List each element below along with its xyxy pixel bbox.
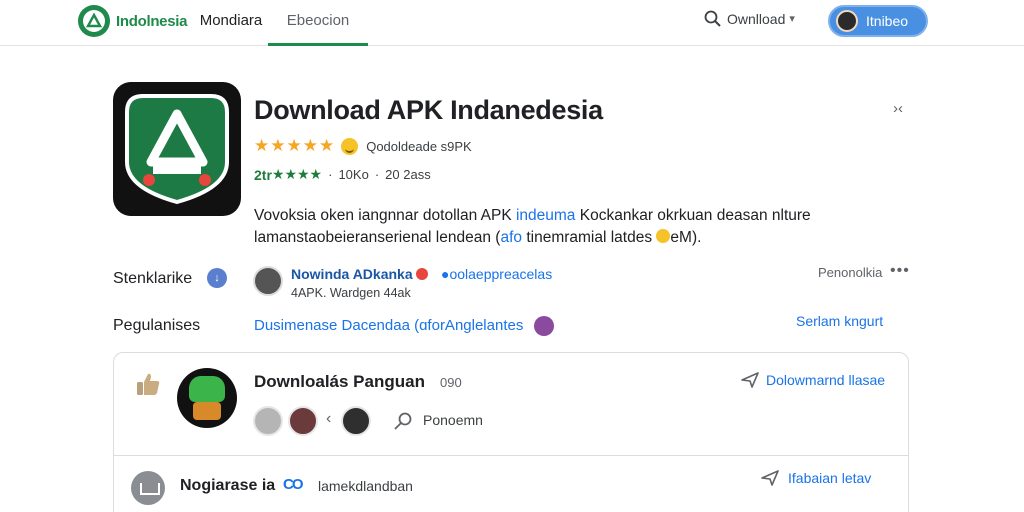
developer-name[interactable]: Nowinda ADkanka: [291, 266, 428, 282]
account-label: Itnibeo: [866, 13, 909, 29]
smiley-icon: [341, 137, 359, 155]
info-icon[interactable]: ↓: [207, 268, 227, 288]
developer-extra-link[interactable]: ●oolaeppreacelas: [441, 266, 552, 282]
description-text: Vovoksia oken iangnnar dotollan APK: [254, 207, 516, 224]
chevron-left-icon[interactable]: ‹: [326, 410, 331, 428]
description-link[interactable]: afo: [500, 229, 522, 246]
app-icon: [113, 82, 241, 216]
avatar: [836, 10, 858, 32]
description-text: lamanstaobeieranserienal lendean (: [254, 229, 501, 246]
review-title: Nogiarase ia: [180, 477, 276, 494]
review-action-link[interactable]: Dolowmarnd llasae: [740, 371, 885, 389]
thumbs-up-icon[interactable]: [134, 370, 162, 398]
close-icon[interactable]: ›‹: [893, 100, 903, 117]
avatar[interactable]: [253, 406, 283, 436]
rating-row: ★★★★★ Qodoldeade s9PK: [254, 136, 472, 156]
top-navigation: Indolnesia Mondiara Ebeocion Ownlload ▾ …: [0, 0, 1024, 46]
stats-row: 2tr ★★★★ · 10Ko · 20 2ass: [254, 166, 431, 183]
separator: ·: [374, 167, 380, 182]
stats-reviews: 20 2ass: [385, 167, 431, 182]
avatar[interactable]: [288, 406, 318, 436]
card-divider: [113, 455, 909, 456]
developer-name-text: Nowinda ADkanka: [291, 266, 413, 282]
pin-icon[interactable]: [392, 410, 414, 432]
search-icon: [704, 10, 721, 27]
rating-text: Qodoldeade s9PK: [366, 138, 472, 154]
review-action-label: Dolowmarnd llasae: [766, 372, 886, 388]
description-text: eM).: [670, 229, 702, 246]
brand[interactable]: Indolnesia: [78, 5, 187, 37]
developer-more-link[interactable]: Penonolkia: [818, 265, 882, 280]
developer-avatar[interactable]: [253, 266, 283, 296]
review-badge: CO: [283, 476, 303, 493]
review-count: 090: [440, 375, 462, 390]
developer-subtitle: 4APK. Wardgen 44ak: [291, 286, 411, 300]
account-button[interactable]: Itnibeo: [828, 5, 928, 37]
stats-downloads: 10Ko: [338, 167, 369, 182]
app-description: Vovoksia oken iangnnar dotollan APK inde…: [254, 205, 874, 249]
description-link[interactable]: indeuma: [516, 207, 575, 224]
stats-prefix: 2tr: [254, 166, 272, 183]
developer-row-label: Stenklarike: [113, 270, 193, 287]
chevron-down-icon: ▾: [789, 13, 795, 25]
review-action-link[interactable]: Ifabaian letav: [760, 469, 871, 487]
tab-mondiara[interactable]: Mondiara: [194, 11, 268, 46]
share-icon: [761, 470, 779, 486]
avatar: [534, 316, 554, 336]
search-label: Ownlload: [727, 10, 786, 27]
share-icon: [741, 372, 759, 388]
star-icon: ★★★★: [271, 166, 323, 182]
permissions-link[interactable]: Dusimenase Dacendaa (ɑforAnglelantes: [254, 317, 523, 334]
permissions-row-label: Pegulanises: [113, 317, 201, 334]
search-download-menu[interactable]: Ownlload ▾: [704, 10, 795, 27]
badge-dot-icon: [415, 268, 428, 280]
brand-logo-icon: [78, 5, 110, 37]
reviewer-avatar[interactable]: [177, 368, 237, 428]
more-options-icon[interactable]: •••: [890, 262, 910, 280]
review-title: Downloalás Panguan: [254, 372, 425, 391]
see-all-link[interactable]: Serlam kngurt: [796, 313, 883, 329]
reply-label[interactable]: Ponoemn: [423, 412, 483, 428]
brand-name: Indolnesia: [116, 12, 188, 30]
star-icon: ★★★★★: [254, 136, 336, 155]
description-text: Kockankar okrkuan deasan nlture: [575, 207, 811, 224]
separator: ·: [328, 167, 333, 182]
inbox-icon: [131, 471, 165, 505]
tab-ebeocion[interactable]: Ebeocion: [268, 11, 368, 46]
smiley-icon: [656, 229, 671, 243]
description-text: tinemramial latdes: [522, 229, 657, 246]
avatar[interactable]: [341, 406, 371, 436]
review-action-label: Ifabaian letav: [788, 470, 872, 486]
app-title: Download APK Indanedesia: [254, 95, 603, 125]
review-subtitle: lamekdlandban: [318, 478, 413, 494]
